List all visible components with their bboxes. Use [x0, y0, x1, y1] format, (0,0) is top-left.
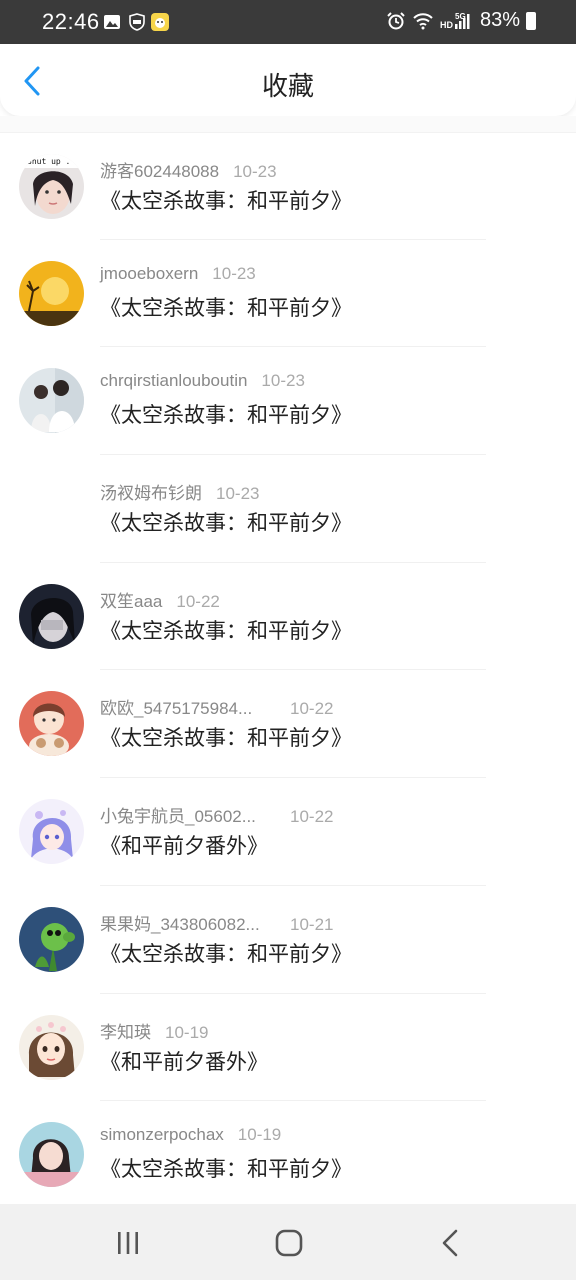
item-title[interactable]: 《太空杀故事：和平前夕》: [100, 615, 352, 645]
avatar: [19, 799, 84, 865]
avatar: [19, 1014, 84, 1080]
list-item[interactable]: chrqirstianlouboutin 10-23 《太空杀故事：和平前夕》: [0, 347, 576, 456]
svg-text:HD: HD: [440, 20, 453, 30]
recent-apps-icon[interactable]: [112, 1228, 144, 1258]
favorites-list[interactable]: Shut up . 游客602448088 10-23 《太空杀故事：和平前夕》 …: [0, 116, 576, 1204]
item-date: 10-22: [176, 591, 220, 611]
author-name[interactable]: 果果妈_343806082...: [100, 910, 268, 935]
list-item[interactable]: 果果妈_343806082... 10-21 《太空杀故事：和平前夕》: [0, 885, 576, 994]
shield-icon: [129, 13, 145, 31]
list-item[interactable]: 双笙aaa 10-22 《太空杀故事：和平前夕》: [0, 562, 576, 671]
wifi-icon: [413, 12, 433, 29]
avatar: [19, 583, 84, 649]
item-date: 10-22: [290, 699, 334, 719]
avatar: Shut up .: [19, 154, 84, 219]
item-title[interactable]: 《太空杀故事：和平前夕》: [100, 507, 352, 537]
author-name[interactable]: jmooeboxern: [100, 264, 198, 284]
list-item[interactable]: 李知瑛 10-19 《和平前夕番外》: [0, 993, 576, 1102]
status-right: HD 5G 83%: [386, 9, 536, 32]
image-icon: [104, 15, 120, 29]
item-meta: jmooeboxern 10-23: [100, 264, 256, 284]
item-meta: 双笙aaa 10-22: [100, 587, 220, 612]
item-title[interactable]: 《和平前夕番外》: [100, 830, 268, 860]
item-meta: 游客602448088 10-23: [100, 157, 277, 182]
item-date: 10-23: [216, 484, 260, 504]
avatar: [19, 1122, 84, 1188]
system-nav-bar: [0, 1204, 576, 1280]
signal-5g-icon: HD 5G: [440, 12, 470, 30]
list-item[interactable]: 汤衩姆布钐朗 10-23 《太空杀故事：和平前夕》: [0, 455, 576, 563]
item-date: 10-21: [290, 914, 334, 934]
back-icon[interactable]: [434, 1228, 466, 1258]
item-meta: 小兔宇航员_05602... 10-22: [100, 802, 333, 827]
item-meta: chrqirstianlouboutin 10-23: [100, 371, 305, 391]
status-time: 22:46: [42, 9, 100, 34]
header: 收藏: [0, 44, 576, 116]
author-name[interactable]: 双笙aaa: [100, 587, 162, 612]
item-date: 10-22: [290, 807, 334, 827]
alarm-icon: [387, 11, 405, 29]
item-title[interactable]: 《太空杀故事：和平前夕》: [100, 292, 352, 322]
item-date: 10-23: [261, 371, 305, 391]
home-icon[interactable]: [273, 1228, 305, 1258]
item-date: 10-19: [237, 1125, 282, 1145]
list-item[interactable]: Shut up . 游客602448088 10-23 《太空杀故事：和平前夕》: [0, 132, 576, 240]
status-bar: 22:46 HD 5G 83%: [0, 0, 576, 44]
item-title[interactable]: 《太空杀故事：和平前夕》: [100, 399, 352, 429]
item-meta: simonzerpochax 10-19: [100, 1125, 281, 1145]
list-item[interactable]: jmooeboxern 10-23 《太空杀故事：和平前夕》: [0, 239, 576, 348]
list-item[interactable]: 小兔宇航员_05602... 10-22 《和平前夕番外》: [0, 778, 576, 886]
avatar: [19, 260, 84, 326]
item-title[interactable]: 《太空杀故事：和平前夕》: [100, 722, 352, 752]
avatar: [19, 691, 84, 757]
avatar: [19, 476, 84, 542]
list-item[interactable]: simonzerpochax 10-19 《太空杀故事：和平前夕》: [0, 1101, 576, 1204]
battery-percent: 83%: [479, 9, 520, 31]
avatar: [19, 906, 84, 972]
author-name[interactable]: simonzerpochax: [100, 1125, 224, 1145]
author-name[interactable]: 汤衩姆布钐朗: [100, 479, 202, 504]
author-name[interactable]: 李知瑛: [100, 1018, 151, 1043]
author-name[interactable]: 小兔宇航员_05602...: [100, 802, 268, 827]
item-date: 10-23: [212, 263, 256, 283]
list-item[interactable]: 欧欧_5475175984... 10-22 《太空杀故事：和平前夕》: [0, 670, 576, 779]
app-icon: [151, 13, 169, 31]
item-meta: 李知瑛 10-19: [100, 1018, 208, 1043]
item-title[interactable]: 《太空杀故事：和平前夕》: [100, 1153, 352, 1183]
item-title[interactable]: 《太空杀故事：和平前夕》: [100, 938, 352, 968]
author-name[interactable]: chrqirstianlouboutin: [100, 371, 247, 391]
item-date: 10-23: [233, 162, 277, 181]
item-title[interactable]: 《和平前夕番外》: [100, 1046, 268, 1076]
item-title[interactable]: 《太空杀故事：和平前夕》: [100, 185, 352, 215]
item-date: 10-19: [165, 1022, 209, 1042]
author-name[interactable]: 欧欧_5475175984...: [100, 694, 268, 719]
item-meta: 汤衩姆布钐朗 10-23: [100, 479, 259, 504]
avatar-overlay-text: Shut up .: [27, 157, 70, 166]
battery-icon: [526, 11, 536, 30]
author-name[interactable]: 游客602448088: [100, 157, 219, 182]
page-title: 收藏: [261, 72, 314, 102]
item-meta: 欧欧_5475175984... 10-22: [100, 694, 333, 719]
item-meta: 果果妈_343806082... 10-21: [100, 910, 333, 935]
avatar: [19, 368, 84, 434]
